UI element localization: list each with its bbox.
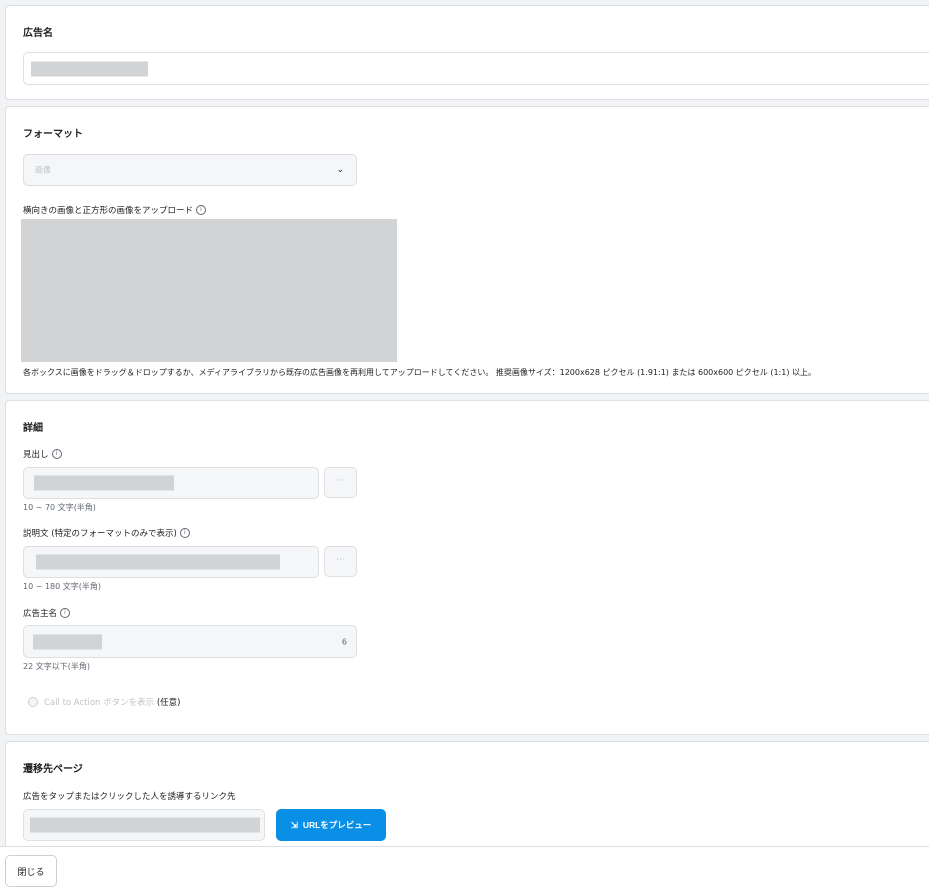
upload-label: 横向きの画像と正方形の画像をアップロード i (23, 204, 207, 216)
info-icon: i (179, 528, 190, 538)
info-icon: i (196, 205, 207, 215)
url-preview-label: URLをプレビュー (302, 820, 372, 830)
close-button[interactable]: 閉じる (5, 855, 57, 887)
upload-label-text: 横向きの画像と正方形の画像をアップロード (23, 206, 194, 216)
format-select[interactable]: 画像 ⌄ (23, 154, 357, 186)
url-preview-button[interactable]: ⇲ URLをプレビュー (276, 809, 386, 841)
headline-label: 見出し i (23, 448, 62, 460)
ad-name-section: 広告名 (5, 5, 929, 100)
description-input[interactable] (23, 546, 319, 578)
cta-label: Call to Action ボタンを表示 (任意) (44, 696, 180, 708)
headline-label-text: 見出し (23, 450, 49, 460)
cta-checkbox[interactable] (28, 697, 38, 707)
info-icon: i (60, 608, 71, 618)
cta-label-text: Call to Action ボタンを表示 (44, 698, 155, 708)
format-section: フォーマット 画像 ⌄ 横向きの画像と正方形の画像をアップロード i 各ボックス… (5, 106, 929, 394)
description-label: 説明文 (特定のフォーマットのみで表示) i (23, 527, 190, 539)
redacted-value (36, 554, 280, 570)
upload-help-text: 各ボックスに画像をドラッグ＆ドロップするか、メディアライブラリから既存の広告画像… (23, 368, 817, 377)
cta-optional-text: (任意) (156, 698, 181, 708)
chevron-down-icon: ⌄ (336, 164, 344, 175)
ad-name-title: 広告名 (23, 28, 53, 39)
destination-section: 遷移先ページ 広告をタップまたはクリックした人を誘導するリンク先 ⇲ URLをプ… (5, 741, 929, 861)
redacted-value (30, 817, 260, 833)
format-select-value: 画像 (35, 165, 51, 175)
link-url-input[interactable] (23, 809, 265, 841)
advertiser-hint: 22 文字以下(半角) (23, 662, 90, 671)
headline-more-button[interactable]: ··· (324, 467, 357, 498)
footer-bar: 閉じる (0, 846, 929, 895)
advertiser-char-count: 6 (341, 637, 347, 646)
details-title: 詳細 (23, 423, 43, 434)
description-hint: 10 ~ 180 文字(半角) (23, 582, 102, 591)
info-icon: i (51, 449, 62, 459)
description-label-text: 説明文 (特定のフォーマットのみで表示) (23, 529, 177, 539)
description-more-button[interactable]: ··· (324, 546, 357, 577)
advertiser-label-text: 広告主名 (23, 609, 58, 619)
headline-hint: 10 ~ 70 文字(半角) (23, 503, 96, 512)
advertiser-label: 広告主名 i (23, 607, 71, 619)
redacted-value (33, 634, 102, 649)
redacted-value (34, 475, 174, 491)
image-upload-area[interactable] (21, 219, 397, 362)
details-section: 詳細 見出し i ··· 10 ~ 70 文字(半角) 説明文 (特定のフォーマ… (5, 400, 929, 735)
format-title: フォーマット (23, 129, 83, 140)
redacted-value (31, 61, 148, 76)
advertiser-input[interactable]: 6 (23, 625, 357, 658)
ad-name-input[interactable] (23, 52, 929, 85)
preview-icon: ⇲ (290, 819, 298, 830)
link-label: 広告をタップまたはクリックした人を誘導するリンク先 (23, 792, 236, 802)
destination-title: 遷移先ページ (23, 764, 83, 775)
headline-input[interactable] (23, 467, 319, 499)
